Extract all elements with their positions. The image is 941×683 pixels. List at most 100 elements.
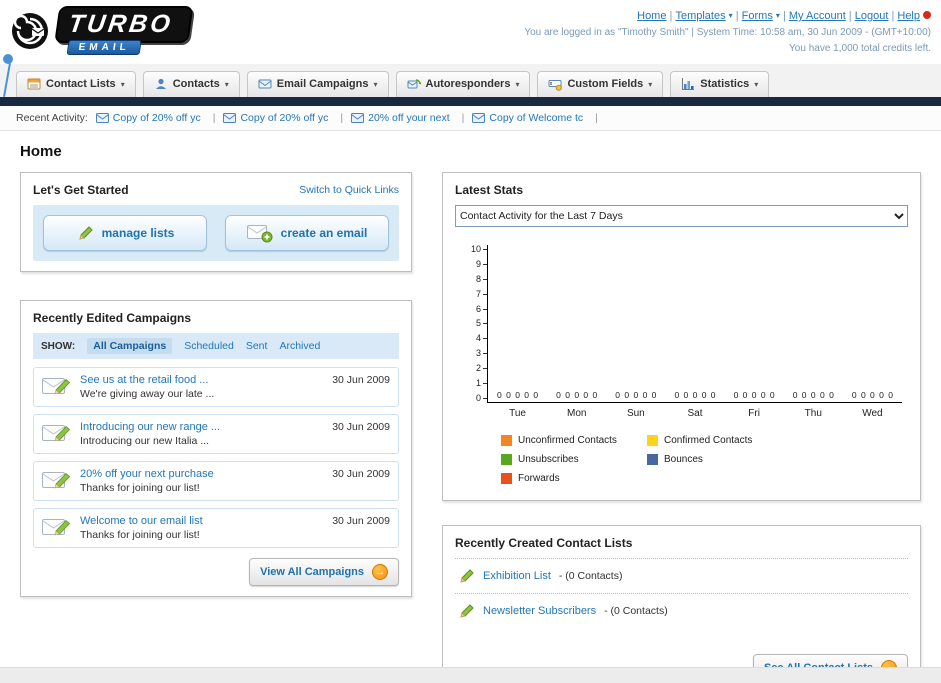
campaign-list-item: Introducing our new range ... Introducin… [33,414,399,454]
filter-tab-sent[interactable]: Sent [246,340,268,352]
envelope-plus-icon [246,225,273,243]
campaign-title-link[interactable]: See us at the retail food ... [80,374,214,386]
autoresponders-icon [407,77,421,91]
chart-value-labels: 0 0 0 0 0 [851,390,893,400]
campaign-date: 30 Jun 2009 [332,374,390,386]
legend-swatch [647,435,658,446]
credits-info: You have 1,000 total credits left. [789,42,931,54]
envelope-pencil-icon [42,519,71,536]
chart-y-tick-label: 3 [476,349,487,358]
chart-bar-group: 0 0 0 0 0 [488,245,547,402]
chart-y-tick-label: 8 [476,274,487,284]
campaign-date: 30 Jun 2009 [332,515,390,527]
custom-fields-icon [548,77,563,91]
chart-value-labels: 0 0 0 0 0 [674,390,716,400]
logo-envelope-swirl-icon [12,12,48,49]
filter-tab-all-campaigns[interactable]: All Campaigns [87,338,173,354]
recent-activity-link[interactable]: Copy of Welcome tc [489,112,583,124]
login-info: You are logged in as "Timothy Smith" | S… [524,27,931,39]
nav-tab-contact-lists[interactable]: Contact Lists ▾ [16,71,136,97]
switch-quick-links-link[interactable]: Switch to Quick Links [299,184,399,196]
nav-tab-label: Autoresponders [425,78,511,90]
top-link-help[interactable]: Help [897,10,920,22]
top-link-templates[interactable]: Templates [675,10,725,22]
nav-tab-label: Contact Lists [46,78,116,90]
envelope-pencil-icon [42,425,71,442]
pencil-icon [460,569,474,583]
campaign-title-link[interactable]: Introducing our new range ... [80,421,220,433]
pencil-icon [460,604,474,618]
header-right: Home Templates ▾ Forms ▾ My Account Logo… [524,6,931,56]
filter-tab-scheduled[interactable]: Scheduled [184,340,234,352]
nav-tab-contacts[interactable]: Contacts ▾ [142,71,240,97]
contact-list-link[interactable]: Newsletter Subscribers [483,605,596,617]
logo-email-text: EMAIL [66,40,142,55]
app-window: TURBO EMAIL Home Templates ▾ Forms ▾ My … [0,0,941,683]
chart-y-tick-label: 1 [476,379,487,388]
legend-label: Unconfirmed Contacts [518,435,617,446]
nav-divider-bar [0,97,941,106]
stats-period-select[interactable]: Contact Activity for the Last 7 Days [455,205,908,227]
legend-item: Unsubscribes [501,454,647,465]
view-all-campaigns-button[interactable]: View All Campaigns → [249,558,399,586]
recent-campaigns-title: Recently Edited Campaigns [33,311,192,325]
legend-item: Bounces [647,454,793,465]
recent-activity-item: Copy of Welcome tc [472,112,598,124]
show-label: SHOW: [41,340,76,352]
chart-x-tick-label: Thu [804,408,822,419]
recent-contact-lists-title: Recently Created Contact Lists [455,536,633,550]
latest-stats-title: Latest Stats [455,183,524,197]
campaign-list-item: See us at the retail food ... We're givi… [33,367,399,407]
latest-stats-panel: Latest Stats Contact Activity for the La… [442,172,921,501]
chevron-down-icon: ▾ [648,79,653,89]
legend-label: Bounces [664,454,703,465]
recent-campaigns-panel: Recently Edited Campaigns SHOW: All Camp… [20,300,412,597]
chart-x-tick-label: Fri [748,408,760,419]
chart-x-tick-label: Sat [687,408,703,419]
campaign-date: 30 Jun 2009 [332,421,390,433]
chart-bar-group: 0 0 0 0 0 [665,245,724,402]
nav-tab-statistics[interactable]: Statistics ▾ [670,71,770,97]
nav-tab-email-campaigns[interactable]: Email Campaigns ▾ [246,71,389,97]
nav-tab-label: Contacts [172,78,220,90]
campaign-subtitle: Introducing our new Italia ... [80,435,209,447]
nav-tab-custom-fields[interactable]: Custom Fields ▾ [537,71,664,97]
nav-tab-label: Email Campaigns [276,78,369,90]
chart-bar-group: 0 0 0 0 0 [547,245,606,402]
chevron-down-icon: ▾ [373,79,378,89]
contact-list-link[interactable]: Exhibition List [483,570,551,582]
recent-activity-link[interactable]: Copy of 20% off yc [113,112,201,124]
campaign-subtitle: Thanks for joining our list! [80,529,200,541]
envelope-icon [223,113,237,123]
get-started-panel: Let's Get Started Switch to Quick Links … [20,172,412,272]
envelope-icon [351,113,365,123]
filter-tab-archived[interactable]: Archived [279,340,320,352]
recent-activity-link[interactable]: 20% off your next [368,112,450,124]
nav-tab-autoresponders[interactable]: Autoresponders ▾ [395,71,531,97]
nav-tab-label: Custom Fields [567,78,644,90]
legend-item: Forwards [501,473,647,484]
legend-item: Confirmed Contacts [647,435,793,446]
chevron-down-icon: ▾ [120,79,125,89]
chart-y-tick-label: 6 [476,304,487,314]
statistics-icon [681,77,695,91]
envelope-pencil-icon [42,472,71,489]
campaign-subtitle: Thanks for joining our list! [80,482,200,494]
help-icon [923,11,931,19]
top-nav: Home Templates ▾ Forms ▾ My Account Logo… [524,8,931,25]
recent-activity-item: Copy of 20% off yc [223,112,343,124]
chart-legend: Unconfirmed Contacts Confirmed Contacts Un… [501,435,902,484]
chevron-down-icon: ▾ [728,11,733,20]
top-link-my-account[interactable]: My Account [789,10,846,22]
recent-activity-link[interactable]: Copy of 20% off yc [240,112,328,124]
create-email-button[interactable]: create an email [225,215,389,251]
top-link-home[interactable]: Home [637,10,666,22]
top-link-forms[interactable]: Forms [742,10,773,22]
top-link-logout[interactable]: Logout [855,10,889,22]
campaign-title-link[interactable]: Welcome to our email list [80,515,203,527]
campaign-title-link[interactable]: 20% off your next purchase [80,468,214,480]
manage-lists-button[interactable]: manage lists [43,215,207,251]
chart-y-tick-label: 7 [476,289,487,299]
chart-value-labels: 0 0 0 0 0 [556,390,598,400]
legend-swatch [501,435,512,446]
